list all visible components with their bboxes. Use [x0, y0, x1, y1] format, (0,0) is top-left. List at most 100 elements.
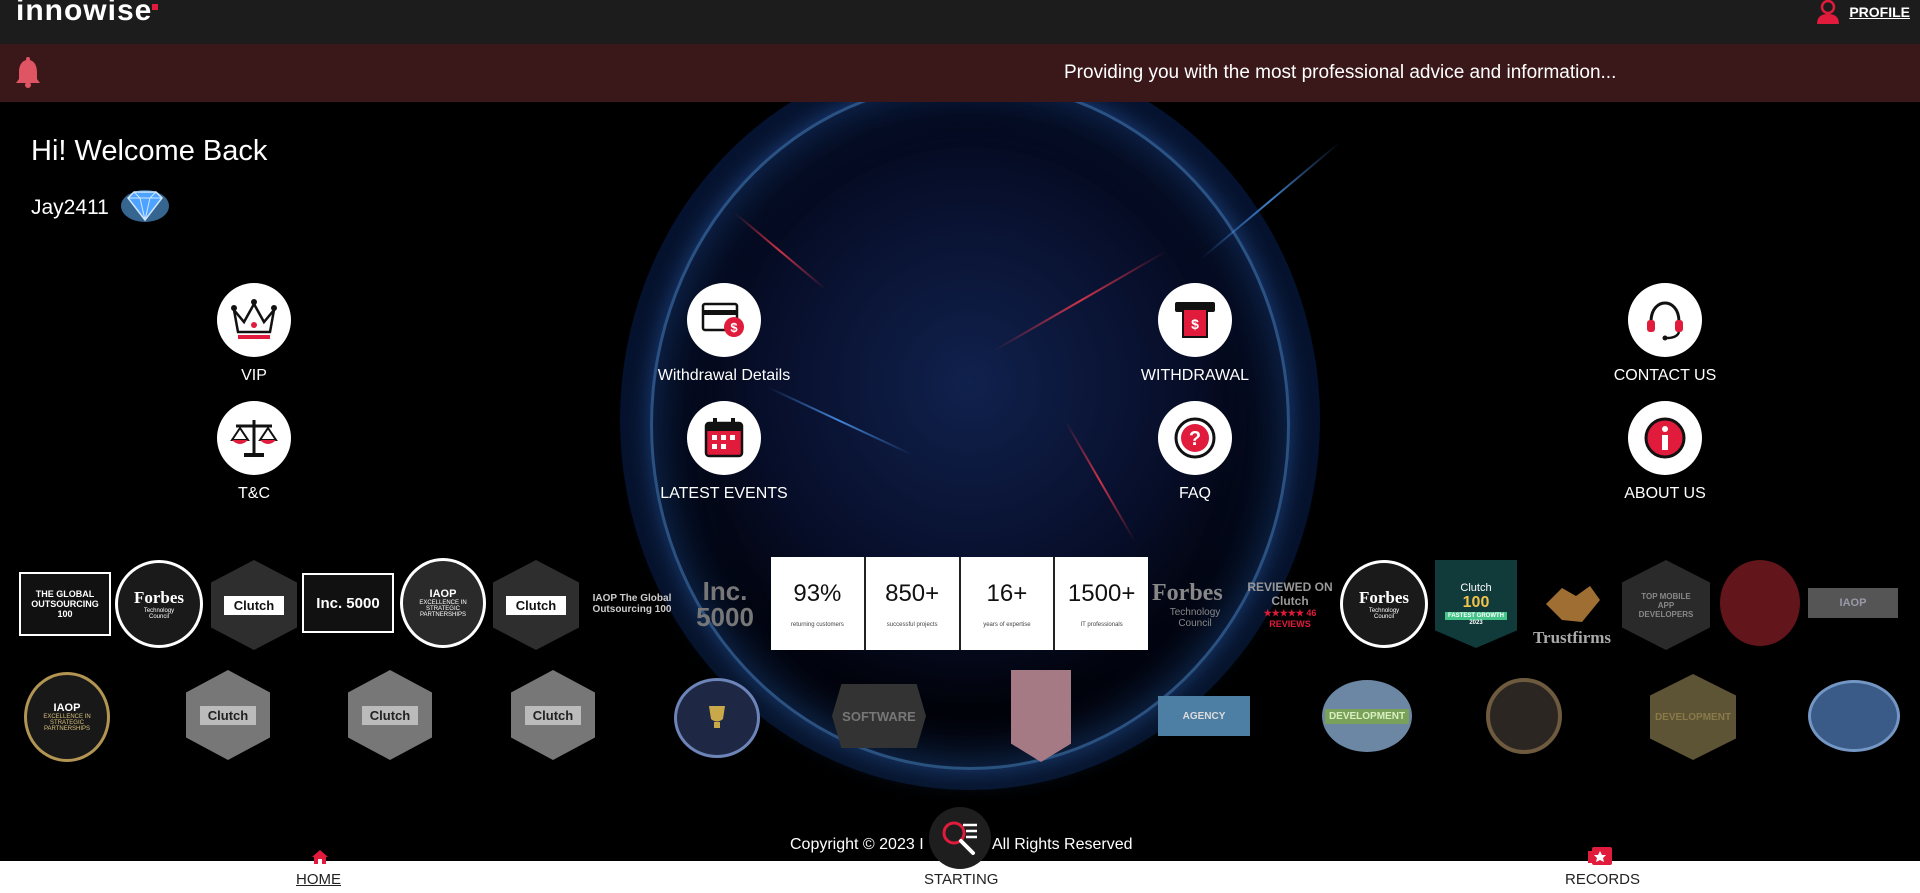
profile-label[interactable]: PROFILE: [1849, 4, 1910, 20]
software-badge: SOFTWARE: [832, 684, 926, 748]
badge-year: 2023: [1469, 620, 1483, 626]
tc-circle: [217, 401, 291, 475]
copyright-rights: All Rights Reserved: [992, 836, 1133, 853]
menu-label: ABOUT US: [1624, 485, 1706, 502]
vip-circle: [217, 283, 291, 357]
trophy-badge: [674, 678, 760, 758]
badge-text: Clutch: [361, 705, 419, 725]
pink-shield-badge: [1011, 670, 1071, 762]
stat-label: returning customers: [790, 621, 844, 628]
nav-home[interactable]: HOME: [296, 871, 341, 888]
forbes-badge: Forbes Technology Council: [1340, 560, 1428, 648]
info-icon: [1644, 417, 1686, 459]
badge-stars: ★★★★★ 46 REVIEWS: [1242, 608, 1338, 629]
badge-text: IAOP: [1839, 597, 1867, 609]
badge-text: DEVELOPMENT: [1324, 708, 1410, 724]
starting-fab[interactable]: [929, 807, 991, 869]
svg-text:$: $: [1191, 316, 1199, 332]
trustfirms-badge: Trustfirms: [1524, 560, 1620, 648]
brand-logo[interactable]: innowise: [16, 0, 159, 28]
top-web-dev-badge: DEVELOPMENT: [1322, 680, 1412, 752]
nav-records[interactable]: RECORDS: [1565, 871, 1640, 888]
menu-tc[interactable]: T&C: [144, 401, 364, 503]
forbes-badge: Forbes Technology Council: [115, 560, 203, 648]
clutch-poland-badge: Clutch: [348, 670, 432, 760]
badge-text: Clutch: [524, 705, 582, 725]
badge-text: SOFTWARE: [842, 708, 916, 724]
badge-subtext: Technology Council: [1169, 606, 1221, 629]
menu-withdrawal[interactable]: $ WITHDRAWAL: [1085, 283, 1305, 385]
badge-text: AGENCY: [1182, 710, 1226, 722]
stat-label: years of expertise: [983, 621, 1031, 628]
badge-subtext: EXCELLENCE IN STRATEGIC PARTNERSHIPS: [419, 600, 467, 618]
badge-subtext: Technology Council: [143, 608, 175, 620]
handshake-icon: [1546, 586, 1600, 622]
menu-latest-events[interactable]: LATEST EVENTS: [614, 401, 834, 503]
card-dollar-icon: $: [701, 302, 744, 337]
global-outsourcing-badge: THE GLOBAL OUTSOURCING 100: [19, 572, 111, 636]
blue-ribbon-badge: [1808, 680, 1900, 752]
nav-starting[interactable]: STARTING: [924, 871, 998, 888]
stats-panel: 93% returning customers 850+ successful …: [771, 557, 1148, 650]
app-screen: innowise PROFILE Providing you with the …: [0, 0, 1920, 893]
clutch-reviews-badge: REVIEWED ON Clutch ★★★★★ 46 REVIEWS: [1242, 580, 1338, 629]
stat-value: 93%: [793, 579, 842, 607]
menu-label: WITHDRAWAL: [1140, 367, 1250, 384]
bell-icon[interactable]: [14, 57, 42, 89]
menu-about-us[interactable]: ABOUT US: [1555, 401, 1775, 503]
headset-icon: [1647, 301, 1683, 341]
withdrawal-details-circle: $: [687, 283, 761, 357]
development-gold-badge: DEVELOPMENT: [1650, 674, 1736, 760]
badge-text: DEVELOPMENT: [1654, 711, 1732, 723]
stat-card: 850+ successful projects: [865, 557, 961, 650]
atm-cash-icon: $: [1175, 302, 1215, 338]
crown-icon: [231, 299, 277, 339]
top-mobile-badge: TOP MOBILE APP DEVELOPERS: [1622, 560, 1710, 650]
search-list-icon: [942, 821, 977, 855]
red-ribbon-badge: [1720, 560, 1800, 646]
clutch-100-badge: Clutch 100 FASTEST GROWTH 2023: [1435, 560, 1517, 648]
agency-badge: AGENCY: [1158, 696, 1250, 736]
menu-label: CONTACT US: [1613, 367, 1717, 384]
clutch-badge: Clutch: [211, 560, 297, 650]
stat-value: 850+: [885, 579, 940, 607]
menu-vip[interactable]: VIP: [144, 283, 364, 385]
badge-subtext: EXCELLENCE IN STRATEGIC PARTNERSHIPS: [43, 714, 91, 732]
about-circle: [1628, 401, 1702, 475]
menu-label: Withdrawal Details: [657, 367, 791, 384]
badge-text: IAOP: [53, 702, 81, 714]
marquee-notice: Providing you with the most professional…: [1064, 62, 1617, 83]
stat-card: 1500+ IT professionals: [1055, 557, 1148, 650]
stat-value: 1500+: [1067, 579, 1136, 607]
inc5000-faded-badge: Inc. 5000: [680, 574, 770, 634]
menu-label: FAQ: [1178, 485, 1211, 502]
iaop-gold-badge: IAOP EXCELLENCE IN STRATEGIC PARTNERSHIP…: [24, 672, 110, 762]
badge-subtext: Technology Council: [1368, 608, 1400, 620]
dark-seal-badge: [1486, 678, 1562, 754]
badge-text: Forbes: [133, 588, 185, 607]
copyright-text: Copyright © 2023 I: [790, 836, 924, 853]
badge-text: TOP MOBILE APP DEVELOPERS: [1638, 591, 1694, 619]
badge-text: Clutch: [199, 705, 257, 725]
menu-contact-us[interactable]: CONTACT US: [1555, 283, 1775, 385]
question-icon: ?: [1174, 417, 1216, 459]
menu-faq[interactable]: ? FAQ: [1085, 401, 1305, 503]
inc5000-badge: Inc. 5000: [302, 573, 394, 633]
diamond-vip-badge-icon: [121, 190, 169, 222]
home-icon[interactable]: [311, 849, 329, 865]
faq-circle: ?: [1158, 401, 1232, 475]
iaop-global-badge: IAOP The Global Outsourcing 100: [586, 580, 678, 628]
user-icon: [1817, 0, 1840, 24]
trophy-icon: [709, 706, 725, 728]
username: Jay2411: [31, 196, 109, 219]
badge-text: Clutch: [505, 595, 567, 615]
menu-withdrawal-details[interactable]: $ Withdrawal Details: [614, 283, 834, 385]
badge-text: Clutch: [223, 595, 285, 615]
contact-circle: [1628, 283, 1702, 357]
badge-text: Forbes: [1152, 579, 1223, 606]
calendar-icon: [704, 418, 744, 458]
profile-link[interactable]: PROFILE: [1815, 0, 1910, 24]
events-circle: [687, 401, 761, 475]
badge-text: IAOP: [429, 588, 457, 600]
records-icon[interactable]: [1588, 845, 1614, 867]
